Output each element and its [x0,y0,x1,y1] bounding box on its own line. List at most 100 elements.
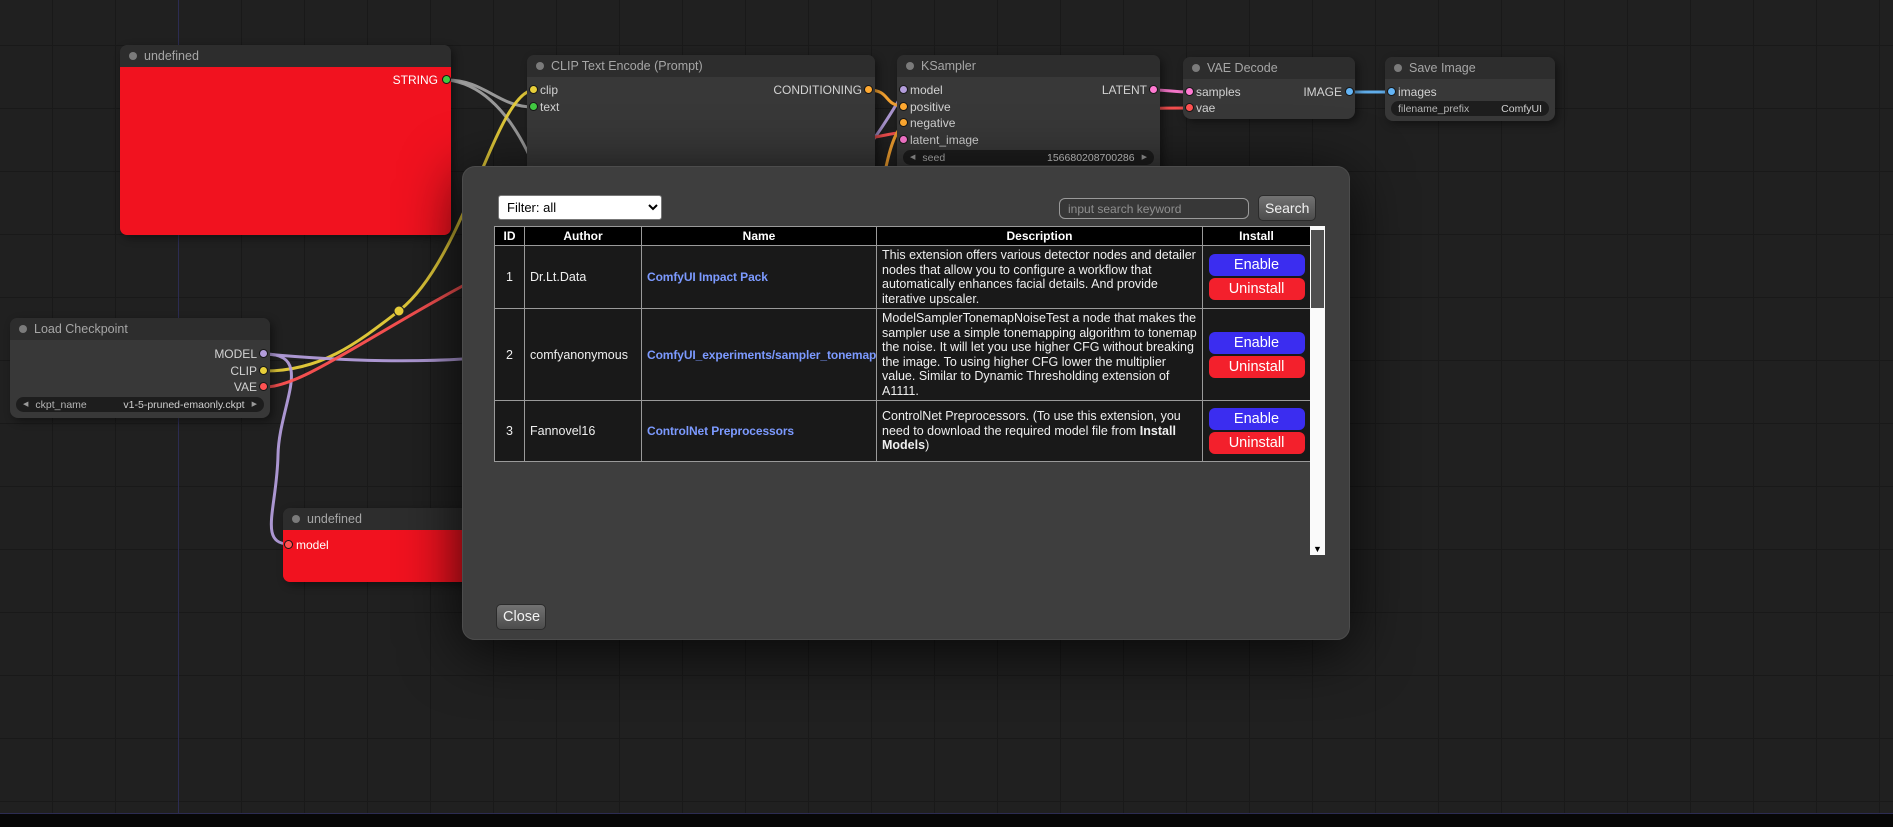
collapse-dot-icon[interactable] [19,325,27,333]
extension-table: ID Author Name Description Install 1 Dr.… [494,226,1311,462]
enable-button[interactable]: Enable [1209,254,1305,276]
output-model-slot[interactable] [259,349,268,358]
node-title: KSampler [921,59,976,73]
seed-widget[interactable]: ◀ seed 156680208700286 ▶ [903,150,1154,165]
node-title: Save Image [1409,61,1476,75]
output-string-label: STRING [393,72,438,88]
uninstall-button[interactable]: Uninstall [1209,278,1305,300]
ext-author: Fannovel16 [525,401,642,462]
input-text-label: text [540,99,559,115]
ext-name-link[interactable]: ControlNet Preprocessors [647,424,794,438]
ckpt-name-widget[interactable]: ◀ ckpt_name v1-5-pruned-emaonly.ckpt ▶ [16,397,264,412]
error-node-body [120,67,451,235]
output-image-slot[interactable] [1345,87,1354,96]
input-clip-slot[interactable] [529,85,538,94]
ext-author: comfyanonymous [525,309,642,401]
input-model-slot[interactable] [284,540,293,549]
col-install: Install [1203,227,1311,246]
chevron-left-icon[interactable]: ◀ [910,150,915,165]
output-conditioning-slot[interactable] [864,85,873,94]
output-latent-label: LATENT [1102,82,1147,98]
ext-description: ControlNet Preprocessors. (To use this e… [877,401,1203,462]
collapse-dot-icon[interactable] [1192,64,1200,72]
output-image-label: IMAGE [1303,84,1342,100]
collapse-dot-icon[interactable] [129,52,137,60]
input-latent-image-label: latent_image [910,132,979,148]
table-header-row: ID Author Name Description Install [495,227,1311,246]
node-save-image[interactable]: Save Image images filename_prefix ComfyU… [1385,57,1555,121]
wire-string-to-text [447,80,533,107]
table-scrollbar[interactable]: ▼ [1310,226,1325,555]
ckpt-name-label: ckpt_name [35,399,86,411]
scrollbar-thumb[interactable] [1311,230,1324,308]
ext-name-link[interactable]: ComfyUI Impact Pack [647,270,768,284]
filter-dropdown[interactable]: Filter: all [498,195,662,220]
output-vae-label: VAE [234,379,257,395]
input-clip-label: clip [540,82,558,98]
ext-id: 2 [495,309,525,401]
node-load-checkpoint[interactable]: Load Checkpoint MODEL CLIP VAE ◀ ckpt_na… [10,318,270,418]
output-clip-slot[interactable] [259,366,268,375]
ext-description: ModelSamplerTonemapNoiseTest a node that… [877,309,1203,401]
node-vae-decode[interactable]: VAE Decode samples vae IMAGE [1183,57,1355,119]
input-negative-slot[interactable] [899,118,908,127]
comfyui-manager-dialog: Filter: all Search ID Author Name Descri… [462,166,1350,640]
close-button[interactable]: Close [496,604,546,630]
output-string-slot[interactable] [442,75,451,84]
chevron-right-icon[interactable]: ▶ [1142,150,1147,165]
input-images-slot[interactable] [1387,87,1396,96]
col-name: Name [642,227,877,246]
node-title: undefined [307,512,362,526]
seed-widget-label: seed [922,152,945,164]
filename-prefix-label: filename_prefix [1398,103,1469,115]
collapse-dot-icon[interactable] [1394,64,1402,72]
uninstall-button[interactable]: Uninstall [1209,432,1305,454]
filename-prefix-widget[interactable]: filename_prefix ComfyUI [1391,101,1549,116]
filename-prefix-value: ComfyUI [1501,103,1542,115]
output-conditioning-label: CONDITIONING [773,82,862,98]
input-samples-label: samples [1196,84,1241,100]
node-graph-canvas[interactable]: undefined STRING CLIP Text Encode (Promp… [0,0,1893,827]
input-model-label: model [910,82,943,98]
uninstall-button[interactable]: Uninstall [1209,356,1305,378]
col-description: Description [877,227,1203,246]
input-model-slot[interactable] [899,85,908,94]
search-input[interactable] [1059,198,1249,219]
node-title: VAE Decode [1207,61,1278,75]
enable-button[interactable]: Enable [1209,332,1305,354]
input-images-label: images [1398,84,1437,100]
output-latent-slot[interactable] [1149,85,1158,94]
input-positive-slot[interactable] [899,102,908,111]
table-row: 3 Fannovel16 ControlNet Preprocessors Co… [495,401,1311,462]
collapse-dot-icon[interactable] [292,515,300,523]
link-midpoint-dot[interactable] [394,306,404,316]
node-undefined-bottom[interactable]: undefined model [283,508,470,582]
ext-id: 3 [495,401,525,462]
search-button[interactable]: Search [1258,195,1316,221]
input-negative-label: negative [910,115,955,131]
chevron-left-icon[interactable]: ◀ [23,397,28,412]
input-text-slot[interactable] [529,102,538,111]
output-vae-slot[interactable] [259,382,268,391]
seed-widget-value: 156680208700286 [1047,152,1135,164]
table-row: 1 Dr.Lt.Data ComfyUI Impact Pack This ex… [495,246,1311,309]
ext-description: This extension offers various detector n… [877,246,1203,309]
input-model-label: model [296,537,329,553]
collapse-dot-icon[interactable] [906,62,914,70]
enable-button[interactable]: Enable [1209,408,1305,430]
col-author: Author [525,227,642,246]
output-model-label: MODEL [214,346,257,362]
ext-author: Dr.Lt.Data [525,246,642,309]
col-id: ID [495,227,525,246]
table-row: 2 comfyanonymous ComfyUI_experiments/sam… [495,309,1311,401]
input-samples-slot[interactable] [1185,87,1194,96]
ext-name-link[interactable]: ComfyUI_experiments/sampler_tonemap [647,348,876,362]
node-undefined-top[interactable]: undefined STRING [120,45,451,235]
input-latent-image-slot[interactable] [899,135,908,144]
collapse-dot-icon[interactable] [536,62,544,70]
input-vae-slot[interactable] [1185,103,1194,112]
chevron-right-icon[interactable]: ▶ [252,397,257,412]
node-title: Load Checkpoint [34,322,128,336]
input-positive-label: positive [910,99,951,115]
chevron-down-icon[interactable]: ▼ [1310,544,1325,554]
